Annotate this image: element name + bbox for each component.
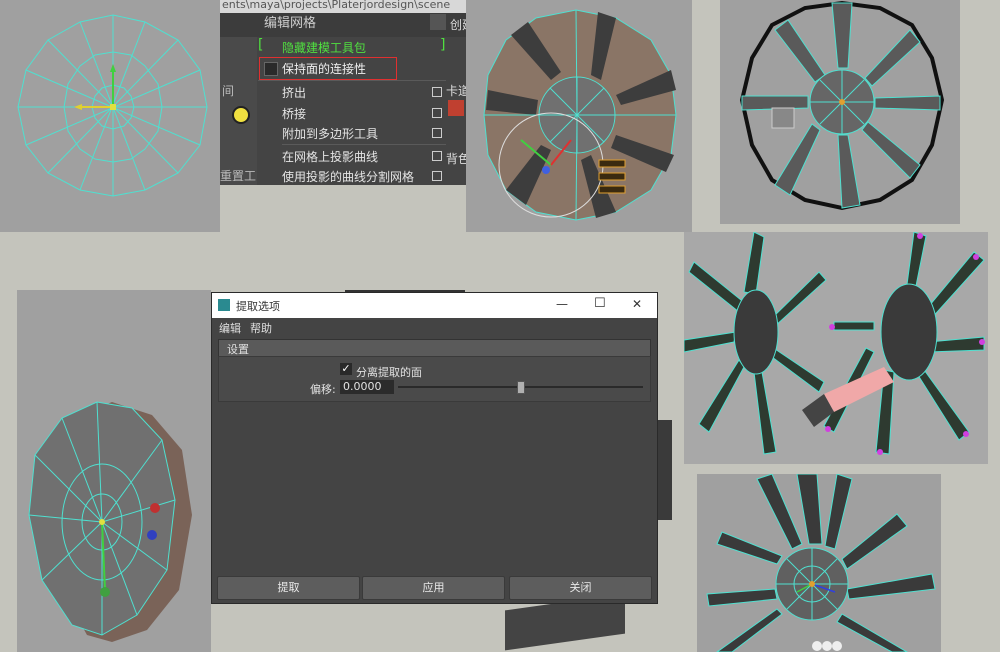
right-tab-create[interactable]: 创建 (450, 16, 466, 33)
settings-body (218, 356, 651, 402)
offset-input[interactable]: 0.0000 (340, 380, 394, 394)
path-text: ents\maya\projects\Platerjordesign\scene (222, 0, 451, 11)
dialog-title: 提取选项 (236, 300, 280, 313)
menu-item-label: 使用投影的曲线分割网格 (282, 170, 415, 184)
viewport-fan-wire[interactable] (720, 0, 960, 224)
close-button[interactable]: 关闭 (509, 576, 652, 600)
close-icon[interactable]: ✕ (632, 297, 642, 311)
offset-slider-handle[interactable] (517, 381, 525, 394)
menu-item-label: 桥接 (282, 107, 307, 121)
right-fragment-2: 背色 (446, 152, 466, 166)
menu-help[interactable]: 帮助 (250, 320, 272, 336)
extract-button[interactable]: 提取 (217, 576, 360, 600)
offset-value: 0.0000 (343, 380, 382, 393)
viewport-fan-final[interactable] (697, 474, 941, 652)
fan-final-disc (706, 474, 936, 652)
option-box-icon[interactable] (432, 171, 442, 181)
viewport-shaded-fan[interactable] (466, 0, 692, 232)
maximize-icon[interactable]: ☐ (594, 296, 606, 311)
keep-faces-item[interactable]: 保持面的连接性 (259, 57, 397, 80)
menu-item-split-mesh[interactable]: 使用投影的曲线分割网格 (258, 165, 446, 185)
minimize-icon[interactable]: — (556, 297, 568, 311)
wireframe-disc (17, 14, 208, 197)
viewport-top-wireframe[interactable] (0, 0, 220, 232)
menu-item-label: 在网格上投影曲线 (282, 150, 379, 164)
separate-faces-checkbox[interactable]: ✓ (340, 363, 352, 375)
bracket-left: [ (258, 37, 264, 53)
dialog-menu-bar: 编辑 帮助 (212, 318, 657, 336)
separate-faces-label: 分离提取的面 (356, 366, 422, 379)
right-fragment-1: 卡道 (446, 84, 466, 98)
right-strip-icon (448, 100, 464, 116)
bracket-right: ] (440, 37, 446, 53)
hide-toolkit-label: 隐藏建模工具包 (282, 41, 367, 55)
left-fragment-1: 间 (222, 84, 235, 98)
fan-wire-disc (739, 0, 945, 211)
menu-edit[interactable]: 编辑 (219, 320, 241, 336)
menu-item-project-curve[interactable]: 在网格上投影曲线 (258, 145, 446, 166)
sun-icon (232, 106, 250, 124)
fan-extract-scene (684, 232, 988, 464)
viewport-fan-extract[interactable] (684, 232, 988, 464)
keep-faces-label: 保持面的连接性 (282, 62, 367, 76)
hide-toolkit-item[interactable]: [ 隐藏建模工具包 ] (258, 37, 446, 58)
menu-item-label: 挤出 (282, 86, 307, 100)
keep-faces-checkbox[interactable] (264, 62, 278, 76)
extract-options-dialog: 提取选项 — ☐ ✕ 编辑 帮助 设置 ✓ 分离提取的面 偏移: 0.0000 … (211, 292, 658, 604)
menu-title: 编辑网格 (264, 16, 317, 31)
option-box-icon[interactable] (432, 128, 442, 138)
apply-button[interactable]: 应用 (362, 576, 505, 600)
option-box-icon[interactable] (432, 151, 442, 161)
maya-icon (218, 299, 230, 311)
viewport-tilted-disc[interactable] (17, 290, 211, 652)
edit-mesh-menu-panel: ents\maya\projects\Platerjordesign\scene… (220, 0, 466, 185)
shaded-fan-disc (483, 9, 677, 221)
menu-item-label: 附加到多边形工具 (282, 127, 379, 141)
offset-label: 偏移: (310, 383, 336, 396)
menu-item-bridge[interactable]: 桥接 (258, 102, 446, 123)
tilted-disc (28, 401, 192, 642)
option-box-icon[interactable] (432, 87, 442, 97)
dialog-title-bar[interactable]: 提取选项 — ☐ ✕ (212, 293, 657, 318)
left-fragment-2: 重置工 (220, 169, 257, 183)
menu-item-extrude[interactable]: 挤出 (258, 81, 446, 102)
settings-section-header[interactable]: 设置 (218, 339, 651, 357)
menu-item-append-polygon[interactable]: 附加到多边形工具 (258, 122, 446, 143)
option-box-icon[interactable] (432, 108, 442, 118)
settings-label: 设置 (227, 343, 249, 356)
menu-search-box[interactable] (430, 14, 446, 30)
